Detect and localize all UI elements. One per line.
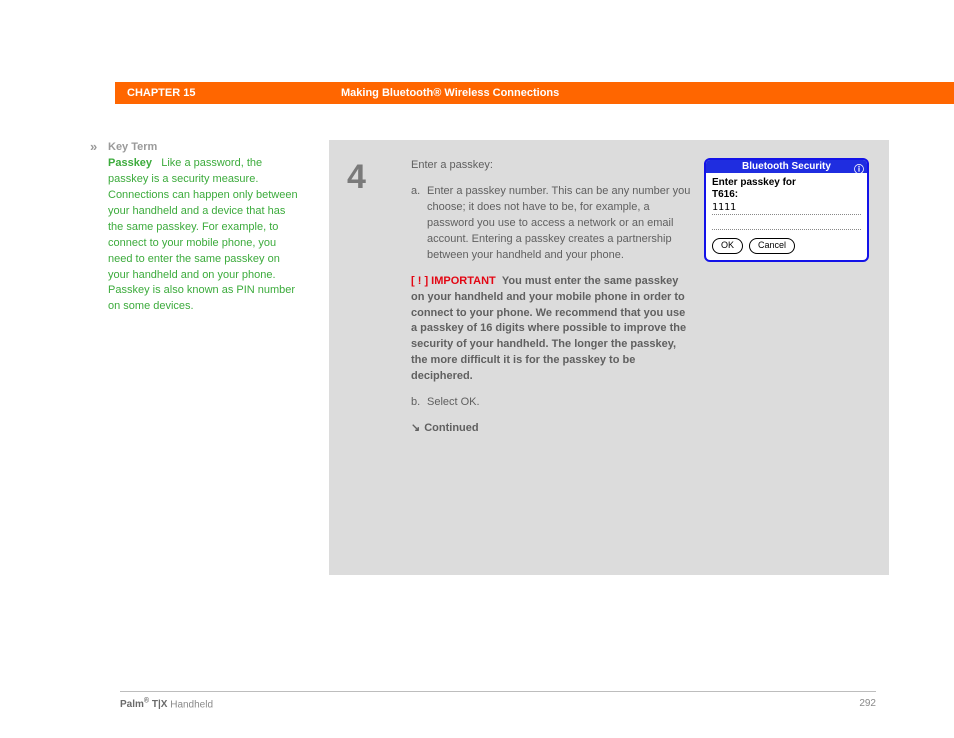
dialog-prompt-line2: T616:: [712, 189, 738, 200]
dialog-body: Enter passkey for T616: 1111: [706, 173, 867, 230]
header-bar: CHAPTER 15 Making Bluetooth® Wireless Co…: [0, 82, 954, 104]
brand-tail: Handheld: [167, 699, 213, 710]
continued-indicator: ↘ Continued: [411, 421, 692, 437]
page-number: 292: [859, 698, 876, 710]
sidebar-keyterm: » Key Term Passkey Like a password, the …: [0, 140, 329, 575]
item-letter-a: a.: [411, 184, 427, 264]
keyterm-body: Like a password, the passkey is a securi…: [108, 157, 298, 312]
brand-model: T|X: [149, 699, 167, 710]
step-number: 4: [347, 158, 411, 557]
keyterm-heading: Key Term: [108, 140, 301, 156]
important-note: [ ! ] IMPORTANT You must enter the same …: [411, 274, 692, 386]
dialog-title: Bluetooth Security: [742, 161, 831, 172]
continued-arrow-icon: ↘: [411, 422, 420, 434]
dialog-prompt: Enter passkey for T616:: [712, 177, 861, 200]
info-icon[interactable]: ⓘ: [854, 161, 864, 176]
step-panel: 4 Enter a passkey: a. Enter a passkey nu…: [329, 140, 889, 575]
item-text-b: Select OK.: [427, 395, 692, 411]
continued-label: Continued: [424, 422, 478, 434]
chapter-label: CHAPTER 15: [115, 82, 329, 104]
page-footer: Palm® T|X Handheld 292: [120, 691, 876, 710]
dialog-titlebar: Bluetooth Security ⓘ: [706, 160, 867, 173]
step-intro: Enter a passkey:: [411, 158, 692, 174]
dialog-prompt-line1: Enter passkey for: [712, 177, 796, 188]
item-text-a: Enter a passkey number. This can be any …: [427, 184, 692, 264]
passkey-input-line2: [712, 219, 861, 230]
step-item-b: b. Select OK.: [411, 395, 692, 411]
step-instructions: Enter a passkey: a. Enter a passkey numb…: [411, 158, 704, 557]
keyterm-term: Passkey: [108, 157, 152, 169]
chapter-title: Making Bluetooth® Wireless Connections: [329, 82, 954, 104]
important-bang-icon: [ ! ]: [411, 275, 428, 287]
passkey-input[interactable]: 1111: [712, 202, 861, 215]
content: » Key Term Passkey Like a password, the …: [0, 140, 954, 575]
important-text: You must enter the same passkey on your …: [411, 275, 686, 383]
bluetooth-security-dialog: Bluetooth Security ⓘ Enter passkey for T…: [704, 158, 869, 262]
palm-dialog-screenshot: Bluetooth Security ⓘ Enter passkey for T…: [704, 158, 869, 262]
keyterm-marker-icon: »: [90, 138, 97, 157]
footer-brand: Palm® T|X Handheld: [120, 698, 213, 710]
ok-button[interactable]: OK: [712, 238, 743, 254]
step-item-a: a. Enter a passkey number. This can be a…: [411, 184, 692, 264]
important-label: IMPORTANT: [431, 275, 496, 287]
cancel-button[interactable]: Cancel: [749, 238, 795, 254]
item-letter-b: b.: [411, 395, 427, 411]
header-gap: [0, 82, 115, 104]
brand-name: Palm: [120, 699, 144, 710]
dialog-buttons: OK Cancel: [706, 236, 867, 260]
